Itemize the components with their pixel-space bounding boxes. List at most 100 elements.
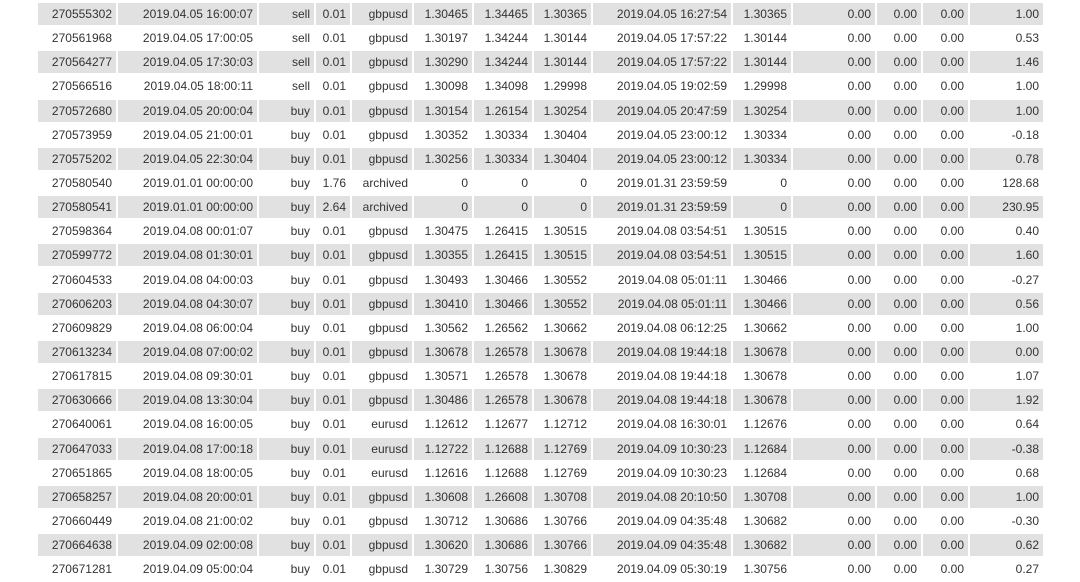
cell-open-time: 2019.04.05 18:00:11 xyxy=(143,79,253,94)
cell-open-price: 1.30197 xyxy=(424,31,468,46)
cell-item: archived xyxy=(352,196,412,219)
cell-type: buy xyxy=(259,147,314,170)
cell-profit: -0.27 xyxy=(1011,272,1039,287)
cell-taxes: 0.00 xyxy=(877,534,921,557)
cell-size: 0.01 xyxy=(316,437,350,460)
cell-ticket: 270561968 xyxy=(51,31,112,46)
cell-size: 0.01 xyxy=(322,320,346,335)
cell-type: buy xyxy=(259,292,314,315)
cell-ticket: 270566516 xyxy=(51,79,112,94)
table-row: 270609829 2019.04.08 06:00:04 buy 0.01 gbpus… xyxy=(38,317,1045,341)
cell-stop-loss: 1.12677 xyxy=(484,417,528,432)
cell-profit: 0.78 xyxy=(970,147,1043,170)
cell-profit: 1.07 xyxy=(1015,369,1039,384)
cell-swap: 0.00 xyxy=(940,272,964,287)
cell-take-profit: 0 xyxy=(534,196,591,219)
cell-taxes: 0.00 xyxy=(877,389,921,412)
cell-take-profit: 1.30552 xyxy=(534,292,591,315)
cell-commission: 0.00 xyxy=(847,31,871,46)
cell-ticket: 270606203 xyxy=(38,292,116,315)
cell-close-price: 1.30365 xyxy=(733,3,791,25)
cell-size: 0.01 xyxy=(316,51,350,74)
cell-item: gbpusd xyxy=(368,513,408,528)
cell-swap: 0.00 xyxy=(923,244,968,267)
cell-ticket: 270630666 xyxy=(38,389,116,412)
cell-close-price: 1.30466 xyxy=(733,292,791,315)
cell-taxes: 0.00 xyxy=(877,99,921,122)
cell-open-time: 2019.04.08 07:00:02 xyxy=(118,340,257,363)
cell-stop-loss: 1.26578 xyxy=(474,389,532,412)
cell-ticket: 270572680 xyxy=(38,99,116,122)
cell-take-profit: 0 xyxy=(580,175,587,190)
cell-taxes: 0.00 xyxy=(893,224,917,239)
cell-taxes: 0.00 xyxy=(893,31,917,46)
cell-close-price: 0 xyxy=(733,196,791,219)
cell-open-price: 1.30465 xyxy=(414,3,472,25)
cell-take-profit: 1.30365 xyxy=(534,3,591,25)
cell-open-price: 1.12616 xyxy=(424,465,468,480)
cell-size: 0.01 xyxy=(316,485,350,508)
cell-close-price: 1.30515 xyxy=(733,244,791,267)
cell-close-price: 0 xyxy=(780,175,787,190)
cell-size: 0.01 xyxy=(322,562,346,577)
cell-close-price: 1.29998 xyxy=(743,79,787,94)
cell-take-profit: 1.30829 xyxy=(543,562,587,577)
cell-type: buy xyxy=(259,389,314,412)
cell-open-time: 2019.04.09 02:00:08 xyxy=(118,534,257,557)
cell-close-time: 2019.04.08 05:01:11 xyxy=(593,292,731,315)
cell-size: 0.01 xyxy=(316,3,350,25)
cell-close-time: 2019.04.09 10:30:23 xyxy=(616,465,727,480)
cell-size: 1.76 xyxy=(322,175,346,190)
cell-stop-loss: 1.26578 xyxy=(474,340,532,363)
cell-open-price: 1.30678 xyxy=(414,340,472,363)
cell-profit: 0.64 xyxy=(1015,417,1039,432)
cell-close-time: 2019.04.09 05:30:19 xyxy=(616,562,727,577)
table-row: 270580540 2019.01.01 00:00:00 buy 1.76 archi… xyxy=(38,172,1045,196)
cell-swap: 0.00 xyxy=(923,340,968,363)
cell-open-price: 1.30154 xyxy=(414,99,472,122)
cell-open-time: 2019.04.08 09:30:01 xyxy=(142,369,253,384)
cell-open-price: 1.30712 xyxy=(424,513,468,528)
cell-ticket: 270573959 xyxy=(51,127,112,142)
cell-close-price: 1.30678 xyxy=(733,389,791,412)
cell-commission: 0.00 xyxy=(793,3,875,25)
table-row: 270647033 2019.04.08 17:00:18 buy 0.01 eurus… xyxy=(38,437,1045,462)
cell-commission: 0.00 xyxy=(793,437,875,460)
cell-ticket: 270555302 xyxy=(38,3,116,25)
trade-history-table: 270555302 2019.04.05 16:00:07 sell 0.01 gbpu… xyxy=(38,3,1045,582)
cell-close-time: 2019.04.08 19:44:18 xyxy=(593,389,731,412)
cell-item: eurusd xyxy=(371,417,408,432)
cell-item: gbpusd xyxy=(352,147,412,170)
cell-swap: 0.00 xyxy=(940,224,964,239)
cell-size: 0.01 xyxy=(322,417,346,432)
cell-close-time: 2019.04.08 16:30:01 xyxy=(616,417,727,432)
cell-item: gbpusd xyxy=(368,79,408,94)
cell-size: 0.01 xyxy=(322,272,346,287)
cell-close-price: 1.30682 xyxy=(743,513,787,528)
cell-take-profit: 1.30515 xyxy=(543,224,587,239)
cell-close-price: 1.30678 xyxy=(743,369,787,384)
cell-item: gbpusd xyxy=(352,3,412,25)
cell-taxes: 0.00 xyxy=(877,244,921,267)
cell-stop-loss: 1.12688 xyxy=(474,437,532,460)
table-row: 270555302 2019.04.05 16:00:07 sell 0.01 gbpu… xyxy=(38,3,1045,27)
cell-close-price: 1.30756 xyxy=(743,562,787,577)
cell-swap: 0.00 xyxy=(923,389,968,412)
cell-open-price: 1.30620 xyxy=(414,534,472,557)
cell-commission: 0.00 xyxy=(793,340,875,363)
cell-stop-loss: 1.30686 xyxy=(474,534,532,557)
cell-type: buy xyxy=(259,437,314,460)
cell-commission: 0.00 xyxy=(793,196,875,219)
cell-size: 0.01 xyxy=(322,369,346,384)
cell-take-profit: 1.30404 xyxy=(543,127,587,142)
cell-taxes: 0.00 xyxy=(893,369,917,384)
cell-close-time: 2019.04.08 03:54:51 xyxy=(593,244,731,267)
cell-close-price: 1.30144 xyxy=(733,51,791,74)
cell-open-price: 1.30352 xyxy=(424,127,468,142)
table-row: 270575202 2019.04.05 22:30:04 buy 0.01 gbpus… xyxy=(38,147,1045,172)
table-row: 270658257 2019.04.08 20:00:01 buy 0.01 gbpus… xyxy=(38,485,1045,510)
table-row: 270671281 2019.04.09 05:00:04 buy 0.01 gbpus… xyxy=(38,558,1045,582)
cell-close-price: 1.30254 xyxy=(733,99,791,122)
cell-type: buy xyxy=(259,99,314,122)
cell-stop-loss: 1.30334 xyxy=(474,147,532,170)
